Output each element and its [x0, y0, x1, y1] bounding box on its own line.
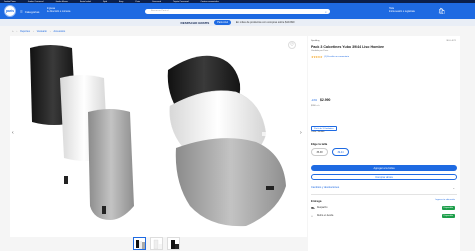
- cart-icon[interactable]: 🛍: [438, 8, 446, 15]
- user-account[interactable]: Hola Inicia sesión o regístrate: [389, 7, 415, 14]
- delivery-option-label: Despacho: [317, 207, 328, 209]
- main-header: paris ☰ Categorías Ingresa tu dirección …: [0, 3, 475, 19]
- product-sku: SKU: 4071: [446, 40, 456, 42]
- search-input[interactable]: Buscar en Paris.cl: [151, 10, 169, 12]
- paris-azul-badge[interactable]: Paris Azul: [214, 20, 231, 25]
- add-to-cart-button[interactable]: Agregar a la bolsa: [311, 165, 457, 171]
- thumbnail-2[interactable]: [150, 237, 163, 250]
- discount-label: -13%: [311, 99, 318, 102]
- menu-icon: ☰: [20, 10, 23, 14]
- thumbnail-3[interactable]: [167, 237, 180, 250]
- breadcrumb-separator: ›: [32, 30, 34, 33]
- thumbnail-1[interactable]: [133, 237, 146, 250]
- product-image: [30, 45, 286, 227]
- shipping-banner: DESPACHO GRATIS Paris Azul En miles de p…: [0, 19, 475, 26]
- buy-now-button[interactable]: Comprar ahora: [311, 174, 457, 180]
- chevron-down-icon[interactable]: ⌄: [452, 186, 455, 190]
- categories-button[interactable]: ☰ Categorías: [20, 10, 39, 14]
- search-bar[interactable]: Buscar en Paris.cl ⌕: [145, 9, 330, 14]
- status-badge: Disponible: [441, 206, 455, 210]
- location-line2: tu dirección o comuna: [47, 10, 71, 14]
- delivery-option-label: Retiro en tienda: [317, 215, 334, 217]
- categories-label: Categorías: [24, 10, 40, 14]
- gallery-next-arrow-icon[interactable]: ›: [300, 130, 302, 136]
- seller-label: Vendido por Paris: [311, 50, 329, 52]
- unit-price: $990 c/u: [311, 105, 320, 107]
- breadcrumb-item[interactable]: Deportes: [20, 30, 30, 33]
- divider: [311, 194, 457, 195]
- returns-link[interactable]: Cambios y devoluciones: [311, 186, 339, 189]
- shipping-message: En miles de productos con compras sobre …: [235, 21, 295, 24]
- star-rating-icon: ★★★★★: [311, 55, 323, 59]
- product-title: Pack 3 Calcetines Yubo 39/44 Liso Hombre: [311, 45, 385, 49]
- product-gallery: [10, 36, 307, 237]
- product-brand[interactable]: Spalding: [311, 40, 320, 42]
- status-badge: Disponible: [441, 214, 455, 218]
- breadcrumb-item[interactable]: Vestuario: [37, 30, 47, 33]
- product-info-panel: Spalding SKU: 4071 Pack 3 Calcetines Yub…: [308, 36, 460, 251]
- gallery-prev-arrow-icon[interactable]: ‹: [12, 130, 14, 136]
- delivery-heading: Entrega: [311, 199, 322, 203]
- breadcrumb-item[interactable]: Accesorios: [54, 30, 66, 33]
- breadcrumb: ⌂ › Deportes › Vestuario › Accesorios: [12, 30, 65, 33]
- product-rating[interactable]: ★★★★★ (1) Escribir un comentario: [311, 55, 349, 59]
- product-price: $2.990: [320, 98, 331, 102]
- delivery-option: ⌂ Retiro en tienda Disponible: [311, 213, 457, 219]
- search-icon[interactable]: ⌕: [325, 10, 327, 14]
- shipping-title: DESPACHO GRATIS: [180, 20, 210, 25]
- size-label: Elige la talla: [311, 142, 328, 146]
- user-login-link: Inicia sesión o regístrate: [389, 10, 415, 14]
- location-link[interactable]: Ingresa tu ubicación: [435, 199, 455, 201]
- rating-link[interactable]: (1) Escribir un comentario: [324, 56, 349, 58]
- location-selector[interactable]: Ingresa tu dirección o comuna: [47, 7, 70, 14]
- delivery-option: ⛟ Despacho Disponible: [311, 205, 457, 211]
- thumbnail-strip: [133, 237, 180, 250]
- size-option[interactable]: 35-38: [311, 148, 328, 156]
- size-option-selected[interactable]: 39-44: [332, 148, 349, 156]
- favorite-heart-icon[interactable]: ♡: [288, 41, 296, 49]
- home-icon[interactable]: ⌂: [12, 30, 13, 33]
- color-label: Color: Surtido: [311, 131, 325, 133]
- breadcrumb-separator: ›: [16, 30, 18, 33]
- breadcrumb-separator: ›: [49, 30, 51, 33]
- paris-logo[interactable]: paris: [4, 5, 16, 17]
